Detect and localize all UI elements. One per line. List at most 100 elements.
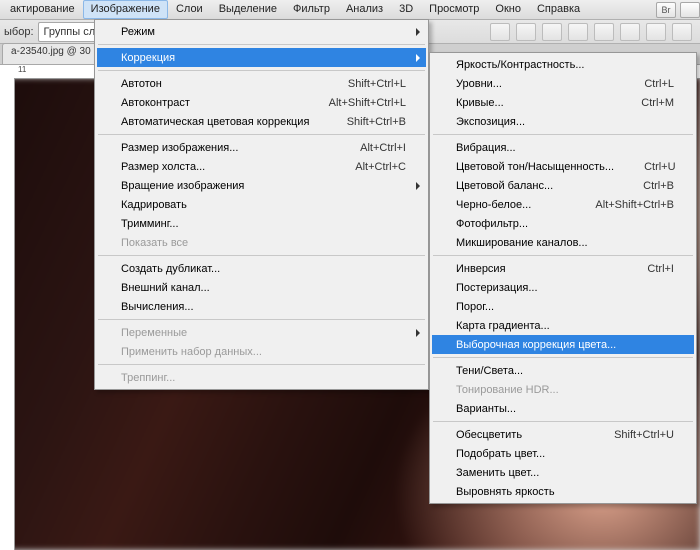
menu-item-label: Размер изображения... (121, 142, 360, 154)
align-icon[interactable] (516, 23, 536, 41)
correction-menu-item[interactable]: Варианты... (432, 399, 694, 418)
menu-item-label: Фотофильтр... (456, 218, 674, 230)
menu-item-label: Яркость/Контрастность... (456, 59, 674, 71)
image-menu-item[interactable]: АвтоконтрастAlt+Shift+Ctrl+L (97, 93, 426, 112)
correction-menu-item[interactable]: Выборочная коррекция цвета... (432, 335, 694, 354)
menu-item-label: Внешний канал... (121, 282, 406, 294)
image-menu-item[interactable]: Размер холста...Alt+Ctrl+C (97, 157, 426, 176)
menu-item-label: Тонирование HDR... (456, 384, 674, 396)
correction-menu-item[interactable]: ОбесцветитьShift+Ctrl+U (432, 425, 694, 444)
correction-menu-item[interactable]: Заменить цвет... (432, 463, 694, 482)
correction-menu-item[interactable]: Цветовой баланс...Ctrl+B (432, 176, 694, 195)
correction-menu-item[interactable]: ИнверсияCtrl+I (432, 259, 694, 278)
menu-item-label: Переменные (121, 327, 406, 339)
correction-menu-item[interactable]: Кривые...Ctrl+M (432, 93, 694, 112)
image-menu-item[interactable]: Размер изображения...Alt+Ctrl+I (97, 138, 426, 157)
correction-menu-item[interactable]: Яркость/Контрастность... (432, 55, 694, 74)
image-menu-item[interactable]: Коррекция (97, 48, 426, 67)
align-icon[interactable] (620, 23, 640, 41)
correction-menu-item[interactable]: Подобрать цвет... (432, 444, 694, 463)
correction-menu-item[interactable]: Микширование каналов... (432, 233, 694, 252)
menu-help[interactable]: Справка (529, 0, 588, 19)
correction-menu-item[interactable]: Выровнять яркость (432, 482, 694, 501)
correction-menu-item[interactable]: Карта градиента... (432, 316, 694, 335)
options-label: ыбор: (4, 26, 34, 38)
menu-layers[interactable]: Слои (168, 0, 211, 19)
document-tab[interactable]: a-23540.jpg @ 30 (2, 43, 100, 64)
menu-item-shortcut: Ctrl+B (643, 180, 674, 192)
correction-menu-item[interactable]: Тени/Света... (432, 361, 694, 380)
menu-item-label: Подобрать цвет... (456, 448, 674, 460)
menu-item-label: Экспозиция... (456, 116, 674, 128)
menu-item-label: Вибрация... (456, 142, 674, 154)
ruler-vertical (0, 78, 15, 550)
correction-menu-item[interactable]: Фотофильтр... (432, 214, 694, 233)
align-icon[interactable] (672, 23, 692, 41)
correction-menu-item[interactable]: Постеризация... (432, 278, 694, 297)
menu-item-label: Тримминг... (121, 218, 406, 230)
menu-window[interactable]: Окно (487, 0, 529, 19)
menu-item-label: Коррекция (121, 52, 406, 64)
menu-item-label: Вращение изображения (121, 180, 406, 192)
align-icon[interactable] (490, 23, 510, 41)
toolbar-button[interactable] (680, 2, 700, 18)
image-menu-separator (98, 319, 425, 320)
menu-item-label: Применить набор данных... (121, 346, 406, 358)
menu-item-label: Обесцветить (456, 429, 614, 441)
image-menu-item: Применить набор данных... (97, 342, 426, 361)
correction-menu-item[interactable]: Цветовой тон/Насыщенность...Ctrl+U (432, 157, 694, 176)
align-icon[interactable] (646, 23, 666, 41)
menu-item-label: Режим (121, 26, 406, 38)
menu-item-label: Выровнять яркость (456, 486, 674, 498)
menu-view[interactable]: Просмотр (421, 0, 487, 19)
image-menu-item[interactable]: Вращение изображения (97, 176, 426, 195)
menu-correction-dropdown: Яркость/Контрастность...Уровни...Ctrl+LК… (429, 52, 697, 504)
menu-item-label: Микширование каналов... (456, 237, 674, 249)
menu-analysis[interactable]: Анализ (338, 0, 391, 19)
correction-menu-item[interactable]: Черно-белое...Alt+Shift+Ctrl+B (432, 195, 694, 214)
menu-item-label: Кривые... (456, 97, 641, 109)
image-menu-separator (98, 44, 425, 45)
menu-item-shortcut: Ctrl+U (644, 161, 675, 173)
align-icon[interactable] (594, 23, 614, 41)
image-menu-separator (98, 364, 425, 365)
image-menu-item[interactable]: Кадрировать (97, 195, 426, 214)
menu-item-label: Автоматическая цветовая коррекция (121, 116, 347, 128)
image-menu-separator (98, 255, 425, 256)
correction-menu-item[interactable]: Уровни...Ctrl+L (432, 74, 694, 93)
menu-item-label: Автотон (121, 78, 348, 90)
correction-menu-separator (433, 421, 693, 422)
align-icon[interactable] (568, 23, 588, 41)
image-menu-item: Переменные (97, 323, 426, 342)
menu-edit[interactable]: актирование (2, 0, 83, 19)
menu-item-label: Выборочная коррекция цвета... (456, 339, 674, 351)
image-menu-item[interactable]: Автоматическая цветовая коррекцияShift+C… (97, 112, 426, 131)
correction-menu-item[interactable]: Вибрация... (432, 138, 694, 157)
image-menu-item[interactable]: Вычисления... (97, 297, 426, 316)
image-menu-item: Треппинг... (97, 368, 426, 387)
align-icon[interactable] (542, 23, 562, 41)
menu-select[interactable]: Выделение (211, 0, 285, 19)
menu-item-label: Создать дубликат... (121, 263, 406, 275)
menu-item-shortcut: Ctrl+M (641, 97, 674, 109)
menu-filter[interactable]: Фильтр (285, 0, 338, 19)
image-menu-item[interactable]: АвтотонShift+Ctrl+L (97, 74, 426, 93)
menu-item-label: Постеризация... (456, 282, 674, 294)
image-menu-item[interactable]: Внешний канал... (97, 278, 426, 297)
menu-3d[interactable]: 3D (391, 0, 421, 19)
menu-item-label: Заменить цвет... (456, 467, 674, 479)
bridge-button[interactable]: Br (656, 2, 676, 18)
menu-item-shortcut: Alt+Ctrl+I (360, 142, 406, 154)
menu-item-shortcut: Shift+Ctrl+U (614, 429, 674, 441)
menu-item-shortcut: Alt+Shift+Ctrl+L (329, 97, 406, 109)
image-menu-item[interactable]: Тримминг... (97, 214, 426, 233)
menu-item-label: Показать все (121, 237, 406, 249)
menu-item-shortcut: Shift+Ctrl+L (348, 78, 406, 90)
correction-menu-item[interactable]: Экспозиция... (432, 112, 694, 131)
image-menu-item[interactable]: Создать дубликат... (97, 259, 426, 278)
correction-menu-item: Тонирование HDR... (432, 380, 694, 399)
menu-image[interactable]: Изображение (83, 0, 168, 19)
image-menu-item[interactable]: Режим (97, 22, 426, 41)
menu-item-shortcut: Shift+Ctrl+B (347, 116, 406, 128)
correction-menu-item[interactable]: Порог... (432, 297, 694, 316)
